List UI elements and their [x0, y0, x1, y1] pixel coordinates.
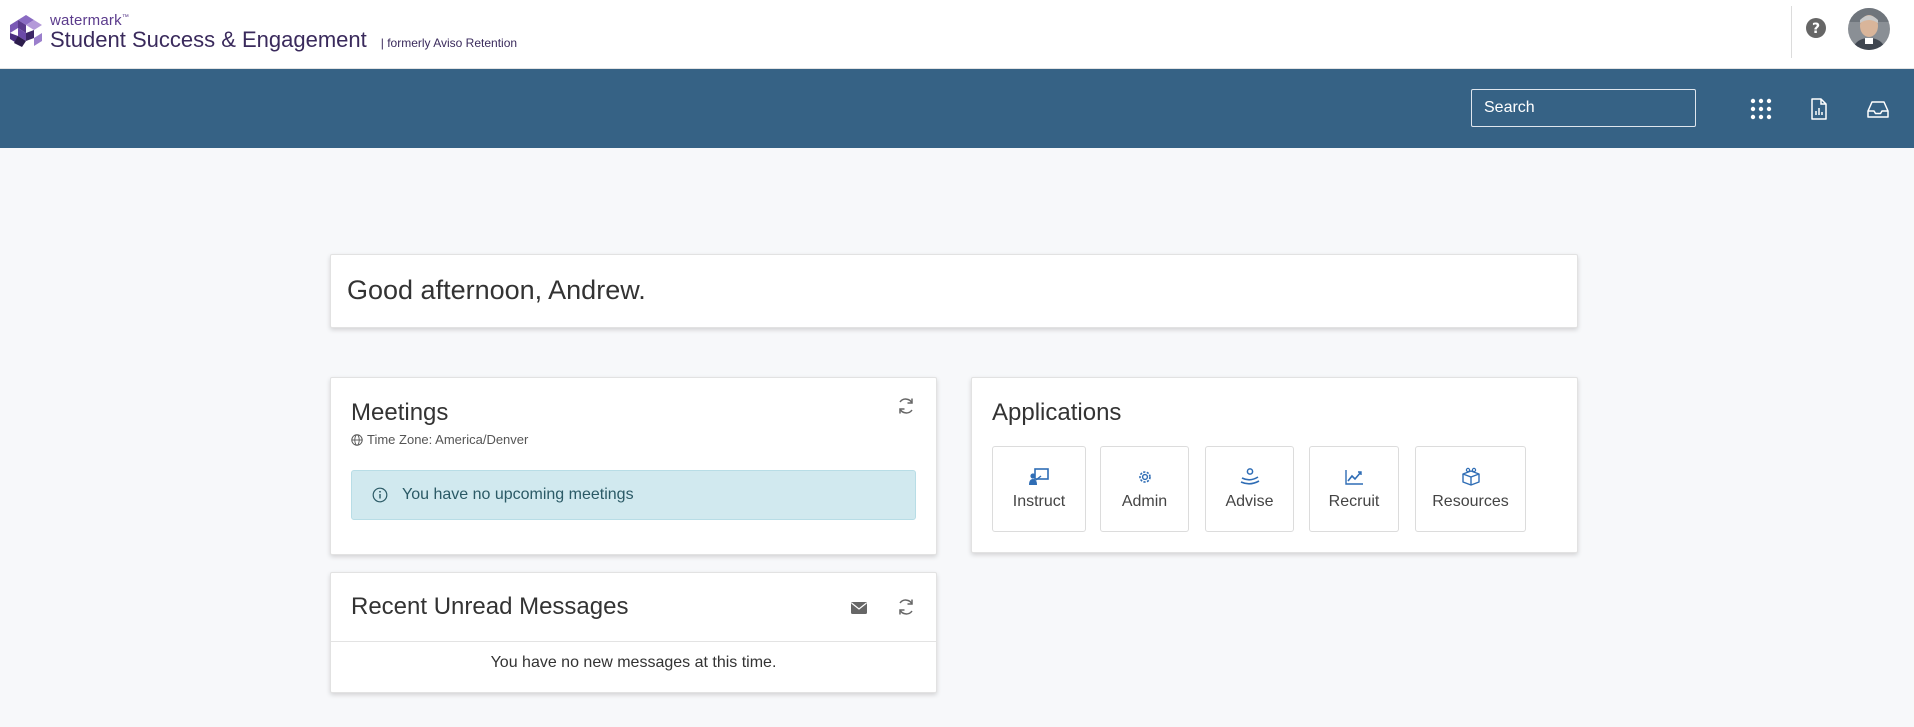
admin-gear-icon: [1138, 471, 1151, 483]
app-tile-recruit[interactable]: Recruit: [1309, 446, 1399, 532]
app-label-advise: Advise: [1225, 493, 1274, 510]
formerly-label: | formerly Aviso Retention: [380, 36, 518, 50]
header-divider: [1791, 6, 1792, 58]
report-icon[interactable]: [1807, 97, 1831, 121]
no-messages-text: You have no new messages at this time.: [490, 654, 777, 671]
applications-title: Applications: [992, 399, 1122, 426]
avatar-image: [1848, 8, 1890, 50]
no-meetings-alert: You have no upcoming meetings: [351, 470, 916, 520]
meetings-title: Meetings: [351, 399, 449, 426]
help-icon[interactable]: ?: [1805, 17, 1827, 39]
app-tile-instruct[interactable]: Instruct: [992, 446, 1086, 532]
info-icon: [372, 487, 388, 503]
app-tile-resources[interactable]: Resources: [1415, 446, 1526, 532]
meetings-refresh-icon[interactable]: [896, 396, 916, 416]
advise-icon: [1240, 468, 1259, 485]
applications-card: Applications Instruct Admin Advise Recru…: [971, 377, 1578, 553]
brand-name: watermark™: [50, 12, 130, 29]
app-label-resources: Resources: [1432, 493, 1509, 510]
watermark-logo[interactable]: watermark™ Student Success & Engagement …: [8, 10, 517, 52]
app-label-instruct: Instruct: [1012, 493, 1066, 510]
meetings-card: Meetings Time Zone: America/Denver You h…: [330, 377, 937, 555]
instruct-icon: [1029, 468, 1049, 485]
watermark-logo-icon: [10, 15, 42, 47]
inbox-icon[interactable]: [1866, 97, 1890, 121]
product-name: Student Success & Engagement: [50, 27, 367, 52]
messages-card: Recent Unread Messages You have no new m…: [330, 572, 937, 693]
timezone-label: Time Zone: America/Denver: [351, 432, 528, 447]
no-meetings-text: You have no upcoming meetings: [402, 486, 634, 503]
top-header: watermark™ Student Success & Engagement …: [0, 0, 1914, 69]
messages-refresh-icon[interactable]: [896, 597, 916, 617]
svg-text:?: ?: [1812, 21, 1820, 37]
greeting-card: Good afternoon, Andrew.: [330, 254, 1578, 328]
messages-divider: [331, 641, 936, 642]
app-label-recruit: Recruit: [1328, 493, 1380, 510]
globe-icon: [351, 433, 363, 446]
app-tile-admin[interactable]: Admin: [1100, 446, 1189, 532]
messages-title: Recent Unread Messages: [351, 593, 629, 620]
greeting-text: Good afternoon, Andrew.: [347, 275, 646, 305]
user-avatar[interactable]: [1848, 8, 1890, 50]
apps-grid-icon[interactable]: [1749, 97, 1773, 121]
search-input[interactable]: [1484, 99, 1691, 117]
envelope-icon[interactable]: [850, 600, 868, 616]
recruit-chart-icon: [1345, 470, 1363, 485]
nav-bar: [0, 69, 1914, 148]
app-label-admin: Admin: [1121, 493, 1168, 510]
app-tile-advise[interactable]: Advise: [1205, 446, 1294, 532]
search-box[interactable]: [1471, 89, 1696, 127]
resources-box-icon: [1461, 467, 1480, 486]
